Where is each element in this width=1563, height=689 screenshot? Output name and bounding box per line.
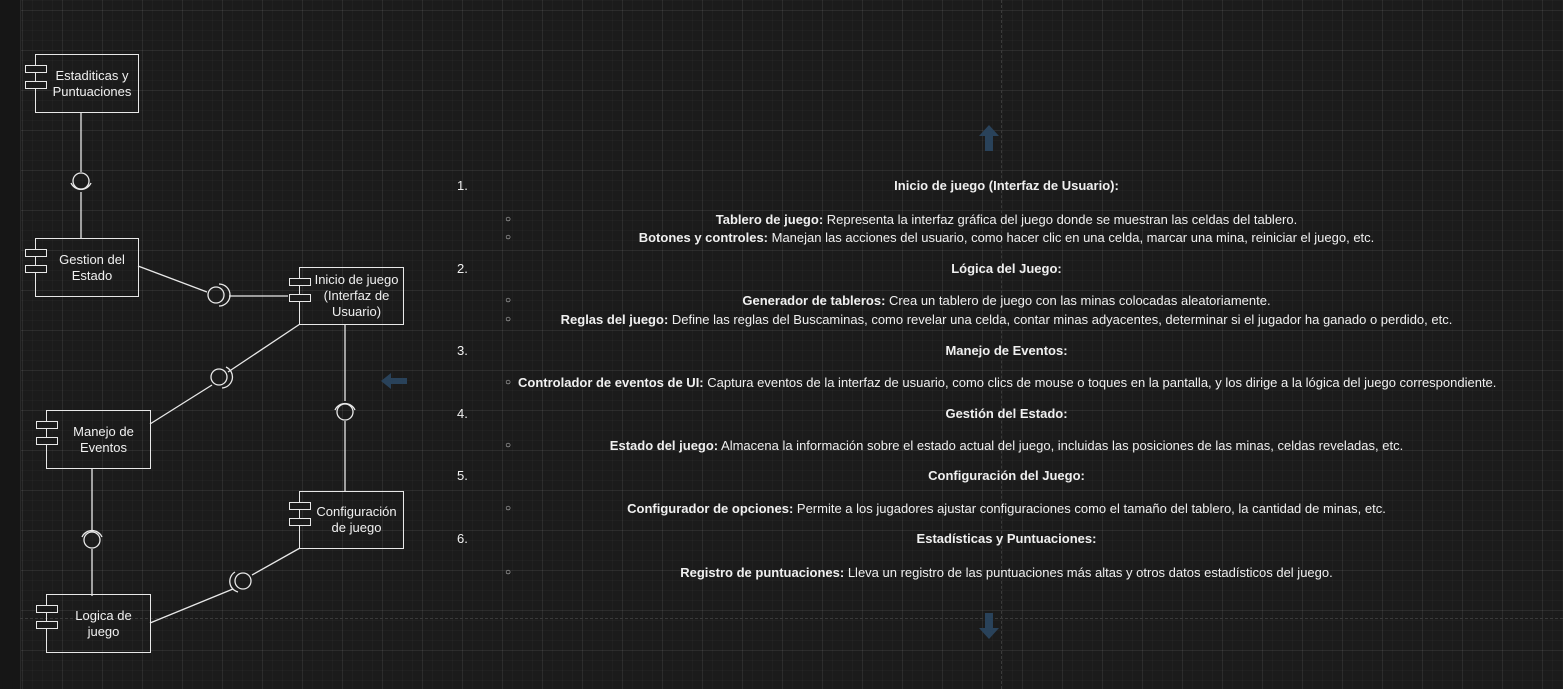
list-subitem: ○ Tablero de juego: Representa la interf… — [450, 212, 1563, 230]
list-item: 3. Manejo de Eventos: — [450, 343, 1563, 361]
component-label: Inicio de juego (Interfaz de Usuario) — [314, 272, 399, 319]
component-port-icon — [25, 249, 47, 257]
arrow-left-icon[interactable] — [380, 372, 408, 390]
subitem-text: Almacena la información sobre el estado … — [718, 438, 1404, 453]
component-label: Gestion del Estado — [59, 251, 125, 283]
list-subitem: ○ Controlador de eventos de UI: Captura … — [450, 375, 1563, 393]
subitem-bold: Configurador de opciones: — [627, 501, 794, 516]
connector-gestion-inicio — [137, 265, 208, 293]
list-subitem: ○ Reglas del juego: Define las reglas de… — [450, 312, 1563, 330]
subitem-text: Permite a los jugadores ajustar configur… — [793, 501, 1386, 516]
list-subitem: ○ Estado del juego: Almacena la informac… — [450, 438, 1563, 456]
list-item-title: Inicio de juego (Interfaz de Usuario): — [894, 178, 1119, 193]
component-label: Estaditicas y Puntuaciones — [52, 67, 132, 99]
component-label: Configuración de juego — [316, 504, 397, 535]
subitem-text: Manejan las acciones del usuario, como h… — [768, 230, 1375, 245]
component-port-icon — [289, 518, 311, 526]
component-logica-juego[interactable]: Logica de juego — [36, 594, 151, 653]
arrow-down-icon[interactable] — [978, 612, 1000, 640]
component-estadisticas-puntuaciones[interactable]: Estaditicas y Puntuaciones — [25, 54, 139, 113]
list-item-title: Estadísticas y Puntuaciones: — [916, 531, 1097, 546]
list-item-title: Lógica del Juego: — [951, 261, 1062, 276]
connector-inicio-manejo — [227, 323, 301, 373]
subitem-bold: Generador de tableros: — [742, 293, 886, 308]
list-item: 1. Inicio de juego (Interfaz de Usuario)… — [450, 178, 1563, 196]
list-subitem: ○ Registro de puntuaciones: Lleva un reg… — [450, 565, 1563, 583]
list-item: 2. Lógica del Juego: — [450, 261, 1563, 279]
component-manejo-eventos[interactable]: Manejo de Eventos — [36, 410, 151, 469]
subitem-text: Crea un tablero de juego con las minas c… — [885, 293, 1271, 308]
component-port-icon — [25, 265, 47, 273]
component-port-icon — [289, 278, 311, 286]
component-port-icon — [289, 294, 311, 302]
list-item-title: Manejo de Eventos: — [945, 343, 1068, 358]
circle-bullet-icon: ○ — [505, 377, 512, 388]
component-port-icon — [25, 81, 47, 89]
subitem-text: Representa la interfaz gráfica del juego… — [823, 212, 1298, 227]
subitem-bold: Estado del juego: — [609, 438, 719, 453]
component-label: Manejo de Eventos — [73, 423, 134, 455]
subitem-bold: Reglas del juego: — [560, 312, 669, 327]
list-subitem: ○ Configurador de opciones: Permite a lo… — [450, 501, 1563, 519]
subitem-text: Define las reglas del Buscaminas, como r… — [668, 312, 1453, 327]
list-subitem: ○ Generador de tableros: Crea un tablero… — [450, 293, 1563, 311]
subitem-bold: Botones y controles: — [638, 230, 769, 245]
component-port-icon — [36, 621, 58, 629]
list-item: 6. Estadísticas y Puntuaciones: — [450, 531, 1563, 549]
connector-configuracion-logica — [251, 547, 301, 576]
subitem-bold: Controlador de eventos de UI: — [518, 375, 704, 390]
list-subitem: ○ Botones y controles: Manejan las accio… — [450, 230, 1563, 248]
component-configuracion-juego[interactable]: Configuración de juego — [289, 491, 404, 549]
component-label: Logica de juego — [75, 607, 132, 639]
component-port-icon — [25, 65, 47, 73]
component-gestion-estado[interactable]: Gestion del Estado — [25, 238, 139, 297]
component-port-icon — [36, 421, 58, 429]
provided-interface-ball — [72, 172, 90, 190]
component-inicio-juego[interactable]: Inicio de juego (Interfaz de Usuario) — [289, 267, 404, 325]
subitem-text: Captura eventos de la interfaz de usuari… — [703, 375, 1497, 390]
list-item: 5. Configuración del Juego: — [450, 468, 1563, 486]
component-port-icon — [36, 437, 58, 445]
list-item: 4. Gestión del Estado: — [450, 406, 1563, 424]
component-port-icon — [289, 502, 311, 510]
subitem-text: Lleva un registro de las puntuaciones má… — [844, 565, 1333, 580]
list-item-title: Gestión del Estado: — [945, 406, 1068, 421]
subitem-bold: Tablero de juego: — [715, 212, 824, 227]
component-port-icon — [36, 605, 58, 613]
arrow-up-icon[interactable] — [978, 124, 1000, 152]
subitem-bold: Registro de puntuaciones: — [680, 565, 845, 580]
list-item-title: Configuración del Juego: — [928, 468, 1085, 483]
